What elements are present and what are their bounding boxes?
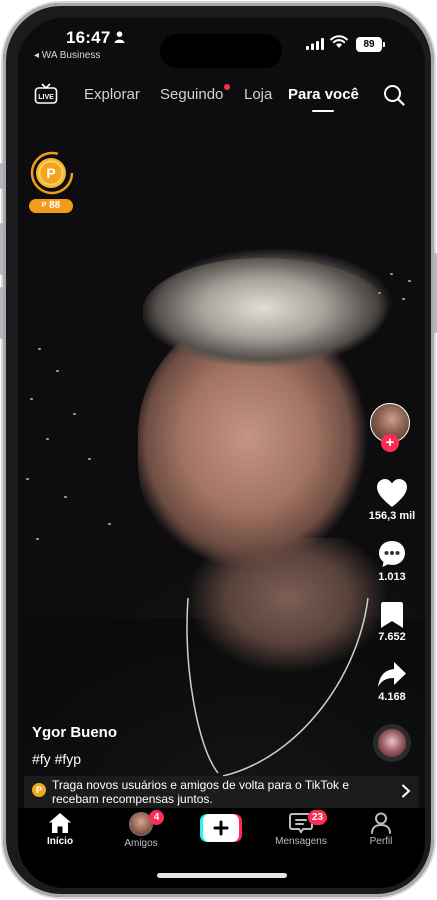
comment-action[interactable]: 1.013 [364, 539, 420, 583]
sound-disc[interactable] [373, 724, 411, 762]
create-button[interactable] [200, 814, 242, 842]
svg-text:P: P [46, 165, 55, 181]
wifi-icon [330, 35, 348, 48]
tab-inicio[interactable]: Início [25, 812, 95, 847]
chevron-right-icon[interactable] [401, 784, 411, 798]
promo-text: Traga novos usuários e amigos de volta p… [52, 778, 350, 806]
back-to-app-link[interactable]: ◂ WA Business [34, 50, 100, 61]
signal-icon [306, 38, 324, 50]
phone-frame: 16:47 ◂ WA Business 89 LIVE Explorar Seg… [0, 3, 437, 897]
volume-up-button [0, 223, 3, 275]
dynamic-island [160, 34, 282, 68]
like-count: 156,3 mil [368, 510, 416, 522]
promo-banner[interactable]: P Traga novos usuários e amigos de volta… [24, 776, 419, 808]
tab-inicio-label: Início [46, 836, 74, 847]
tab-mensagens[interactable]: Mensagens 23 [266, 810, 336, 847]
comment-count: 1.013 [378, 571, 406, 583]
live-icon[interactable]: LIVE [34, 82, 58, 106]
tab-perfil[interactable]: Perfil [346, 812, 416, 847]
tab-perfil-label: Perfil [369, 836, 393, 847]
home-indicator[interactable] [157, 873, 287, 878]
status-time: 16:47 [66, 28, 111, 47]
tab-amigos[interactable]: Amigos 4 [106, 810, 176, 849]
chain-necklace [186, 597, 369, 777]
hair [143, 258, 393, 368]
home-icon [49, 813, 71, 833]
post-hashtags[interactable]: #fy #fyp [32, 751, 81, 767]
share-action[interactable]: 4.168 [364, 661, 420, 703]
status-bar: 16:47 ◂ WA Business 89 [18, 18, 425, 74]
person-icon [114, 31, 125, 43]
creator-username[interactable]: Ygor Bueno [32, 724, 117, 741]
like-action[interactable]: 156,3 mil [364, 478, 420, 522]
friends-badge: 4 [149, 810, 164, 825]
share-arrow-icon[interactable] [377, 661, 407, 689]
search-icon[interactable] [383, 84, 405, 106]
coin-count-badge: P 88 [29, 199, 73, 213]
save-count: 7.652 [378, 631, 406, 643]
profile-icon [371, 812, 391, 834]
promo-coin-icon: P [32, 783, 46, 797]
tab-loja[interactable]: Loja [244, 86, 272, 103]
creator-avatar-group: + [364, 403, 420, 453]
heart-icon[interactable] [376, 478, 408, 508]
tab-para-voce[interactable]: Para você [288, 86, 359, 103]
tab-mensagens-label: Mensagens [275, 836, 327, 847]
save-action[interactable]: 7.652 [364, 601, 420, 643]
share-count: 4.168 [378, 691, 406, 703]
tab-explorar[interactable]: Explorar [84, 86, 140, 103]
tab-seguindo[interactable]: Seguindo [160, 86, 223, 103]
screen: 16:47 ◂ WA Business 89 LIVE Explorar Seg… [18, 18, 425, 888]
action-button [0, 163, 3, 189]
svg-text:LIVE: LIVE [38, 94, 54, 101]
messages-badge: 23 [308, 810, 328, 825]
coin-badge-prefix: P [41, 202, 47, 209]
coin-count: 88 [49, 200, 61, 211]
follow-plus-button[interactable]: + [381, 434, 399, 452]
volume-down-button [0, 287, 3, 339]
coin-rewards-icon[interactable]: P [30, 151, 74, 195]
tab-amigos-label: Amigos [124, 838, 158, 849]
new-content-dot [224, 84, 230, 90]
bottom-tab-bar: Início Amigos 4 Mensagens 23 Perfil [18, 808, 425, 888]
battery-indicator: 89 [356, 37, 385, 52]
comment-icon[interactable] [377, 539, 407, 569]
bookmark-icon[interactable] [380, 601, 404, 629]
top-nav: LIVE Explorar Seguindo Loja Para você [18, 80, 425, 116]
active-tab-indicator [312, 110, 334, 112]
